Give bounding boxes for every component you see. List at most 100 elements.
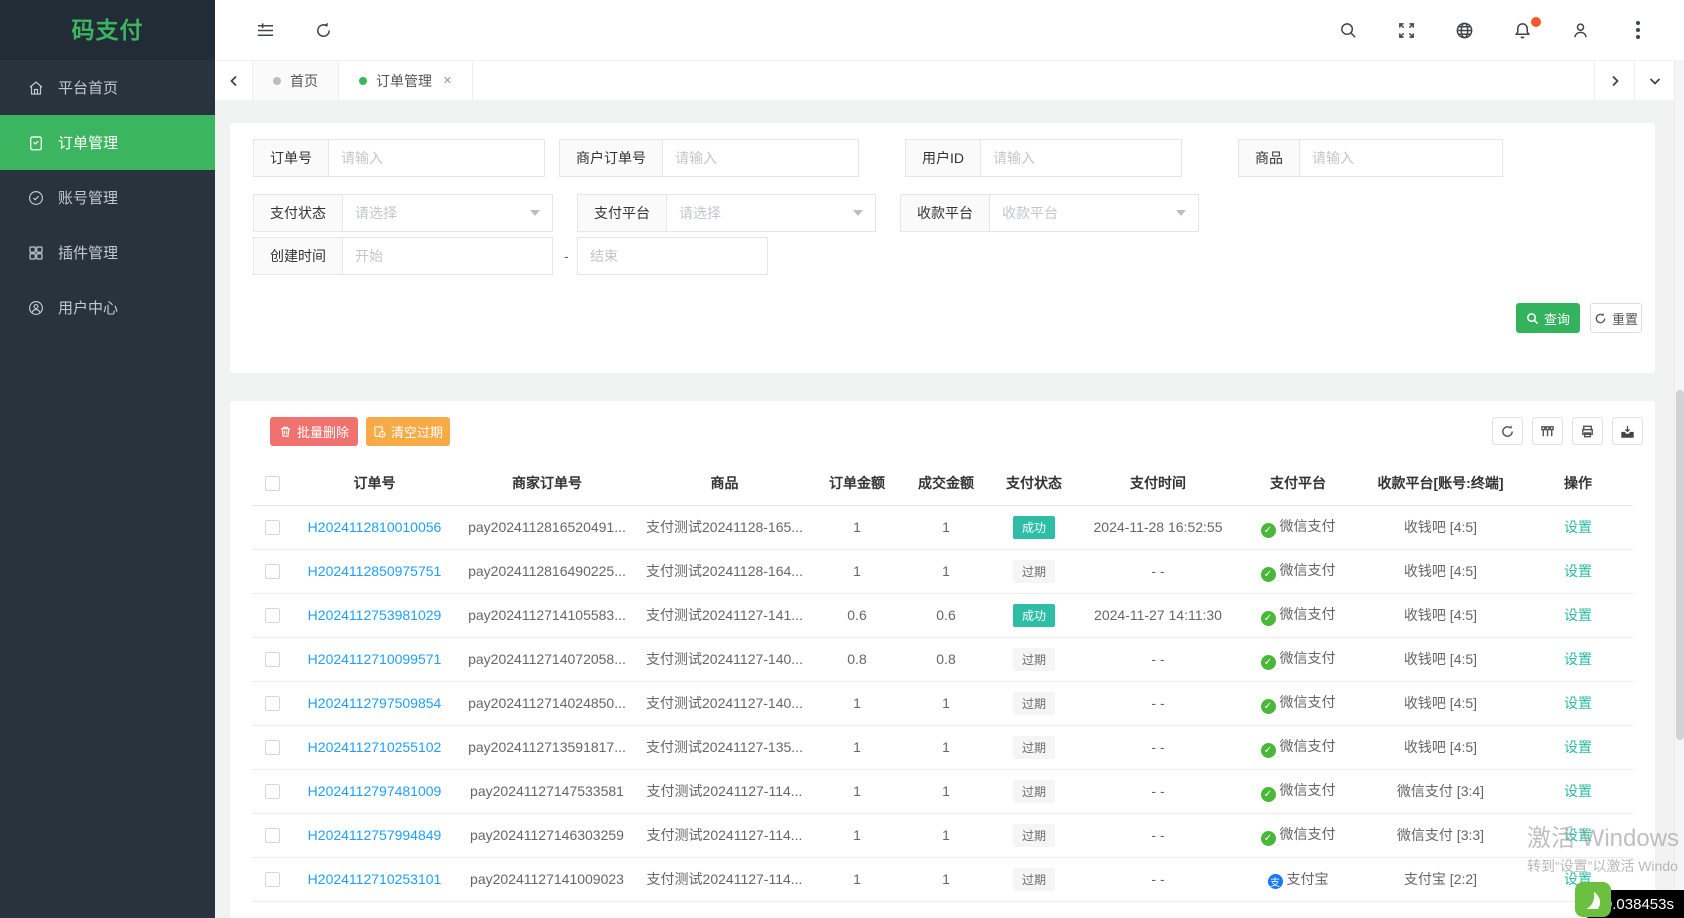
export-button[interactable] [1612,417,1643,445]
tabbar-spacer [473,61,1594,100]
platform-name: 微信支付 [1279,562,1336,578]
order-no-link[interactable]: H2024112797481009 [308,783,442,799]
print-button[interactable] [1572,417,1603,445]
batch-delete-button[interactable]: 批量删除 [270,417,358,446]
receiver-platform: 收钱吧 [4:5] [1358,593,1523,638]
notification-dot [1531,17,1541,27]
vertical-scrollbar[interactable] [1674,60,1684,918]
filter-pay-status: 支付状态 请选择 [253,194,553,232]
table-row: H2024112850975751 pay2024112816490225...… [252,549,1633,594]
end-date-input[interactable] [578,238,767,274]
row-checkbox[interactable] [264,784,280,800]
row-settings-link[interactable]: 设置 [1564,783,1592,799]
platform-name: 微信支付 [1279,738,1336,754]
row-settings-link[interactable]: 设置 [1564,563,1592,579]
pay-status-select[interactable]: 请选择 [343,194,553,232]
plugin-icon [29,245,43,260]
platform-name: 支付宝 [1286,871,1329,887]
tab-order-management[interactable]: 订单管理 × [339,61,473,100]
user-profile-icon[interactable] [1570,20,1590,40]
select-placeholder: 收款平台 [1002,205,1058,221]
select-all-checkbox[interactable] [264,476,280,492]
order-no-input[interactable] [329,140,544,176]
sidebar-toggle-icon[interactable] [255,20,275,40]
chevron-left-icon [229,75,237,86]
order-amount: 0.6 [812,593,902,638]
row-settings-link[interactable]: 设置 [1564,607,1592,623]
order-no-link[interactable]: H2024112710255102 [308,739,442,755]
merchant-order-no: pay2024112714072058... [457,637,637,682]
row-checkbox[interactable] [264,652,280,668]
pay-time: 2024-11-27 14:11:30 [1078,593,1238,638]
sidebar-item-usercenter[interactable]: 用户中心 [0,280,215,335]
filter-label: 收款平台 [900,194,990,232]
tabs-prev-button[interactable] [215,61,253,100]
clear-expired-button[interactable]: 清空过期 [366,417,450,446]
more-menu-kebab-icon[interactable] [1628,20,1648,40]
tab-home[interactable]: 首页 [253,61,339,100]
filter-label: 支付平台 [577,194,667,232]
merchant-order-no: pay2024112816490225... [457,549,637,594]
tabs-menu-button[interactable] [1634,61,1674,100]
sidebar-item-orders[interactable]: 订单管理 [0,115,215,170]
row-settings-link[interactable]: 设置 [1564,651,1592,667]
row-settings-link[interactable]: 设置 [1564,695,1592,711]
language-globe-icon[interactable] [1454,20,1474,40]
status-badge: 过期 [1012,647,1055,671]
row-settings-link[interactable]: 设置 [1564,739,1592,755]
row-settings-link[interactable]: 设置 [1564,827,1592,843]
row-checkbox[interactable] [264,520,280,536]
platform-name: 微信支付 [1279,650,1336,666]
order-no-link[interactable]: H2024112810010056 [308,519,442,535]
receiver-platform: 收钱吧 [4:5] [1358,505,1523,550]
row-checkbox[interactable] [264,828,280,844]
merchant-order-no-input[interactable] [663,140,858,176]
order-no-link[interactable]: H2024112757994849 [308,827,442,843]
caret-down-icon [853,210,863,216]
reset-button[interactable]: 重置 [1590,303,1642,333]
user-id-input[interactable] [981,140,1181,176]
paid-amount: 1 [902,857,990,902]
merchant-order-no: pay20241127141009023 [457,857,637,902]
order-no-link[interactable]: H2024112710099571 [308,651,442,667]
order-no-link[interactable]: H2024112850975751 [308,563,442,579]
order-no-link[interactable]: H2024112710253101 [308,871,442,887]
sidebar-item-label: 账号管理 [58,190,119,207]
start-date-input[interactable] [343,238,552,274]
tab-close-icon[interactable]: × [443,73,452,88]
table-refresh-button[interactable] [1492,417,1523,445]
table-row: H2024112797481009 pay20241127147533581 支… [252,769,1633,814]
tabs-next-button[interactable] [1594,61,1634,100]
scrollbar-thumb[interactable] [1676,390,1684,740]
row-checkbox[interactable] [264,564,280,580]
search-icon[interactable] [1338,20,1358,40]
sidebar-item-plugins[interactable]: 插件管理 [0,225,215,280]
row-checkbox[interactable] [264,872,280,888]
account-icon [29,190,43,205]
row-checkbox[interactable] [264,740,280,756]
order-amount: 1 [812,725,902,770]
query-button[interactable]: 查询 [1516,303,1580,333]
sidebar-item-accounts[interactable]: 账号管理 [0,170,215,225]
row-checkbox[interactable] [264,608,280,624]
order-no-link[interactable]: H2024112797509854 [308,695,442,711]
column-filter-button[interactable] [1532,417,1563,445]
product-input[interactable] [1300,140,1502,176]
order-no-link[interactable]: H2024112753981029 [308,607,442,623]
fullscreen-icon[interactable] [1396,20,1416,40]
row-settings-link[interactable]: 设置 [1564,519,1592,535]
refresh-page-icon[interactable] [313,20,333,40]
pay-platform-select[interactable]: 请选择 [667,194,876,232]
product-name: 支付测试20241127-141... [637,593,812,638]
sidebar: 码支付 平台首页 订单管理 账号管理 插件管理 用户中心 [0,0,215,918]
sidebar-item-home[interactable]: 平台首页 [0,60,215,115]
refresh-icon [1502,425,1513,437]
paid-amount: 1 [902,505,990,550]
receive-platform-select[interactable]: 收款平台 [990,194,1199,232]
row-checkbox[interactable] [264,696,280,712]
pay-time: - - [1078,637,1238,682]
platform-name: 微信支付 [1279,782,1336,798]
product-name: 支付测试20241127-135... [637,725,812,770]
notifications-bell-icon[interactable] [1512,17,1541,40]
paid-amount: 1 [902,769,990,814]
